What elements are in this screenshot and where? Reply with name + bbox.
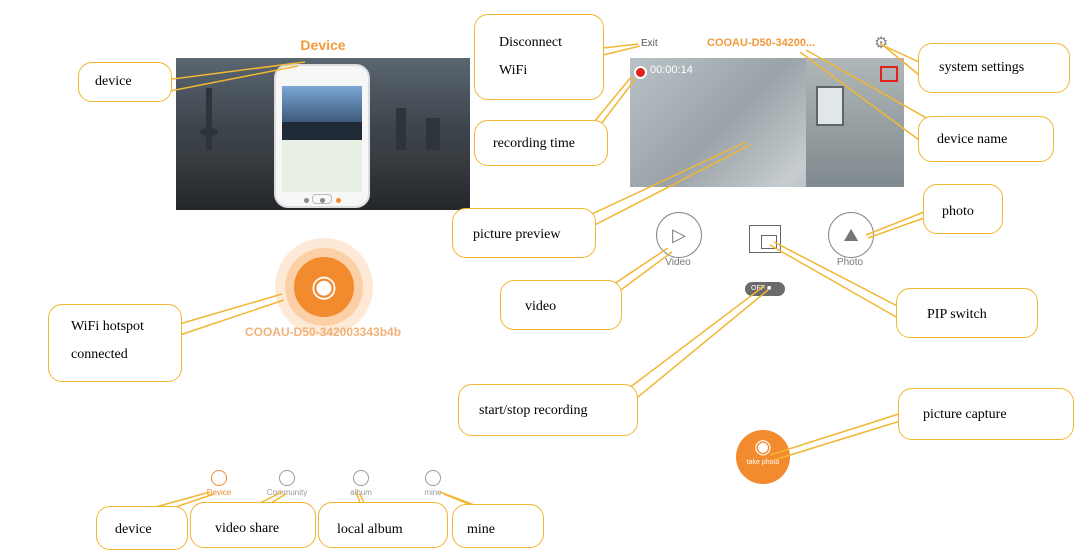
callout-text: device bbox=[95, 74, 132, 89]
callout-text: video share bbox=[215, 521, 280, 536]
callout-device-name: device name bbox=[918, 116, 1054, 162]
callout-text: device name bbox=[937, 132, 1008, 147]
callout-text: local album bbox=[337, 522, 403, 537]
callout-video-share: video share bbox=[190, 502, 316, 548]
callout-text: start/stop recording bbox=[479, 403, 588, 418]
callout-local-album: local album bbox=[318, 502, 448, 548]
callout-video: video bbox=[500, 280, 622, 330]
callout-start-stop-recording: start/stop recording bbox=[458, 384, 638, 436]
callout-text: picture capture bbox=[923, 407, 1007, 422]
callout-text: picture preview bbox=[473, 227, 561, 242]
callout-text: Disconnect WiFi bbox=[499, 35, 562, 78]
callout-text: system settings bbox=[939, 60, 1025, 75]
callout-text: recording time bbox=[493, 136, 576, 151]
callout-text: PIP switch bbox=[927, 307, 987, 322]
callout-disconnect-wifi: Disconnect WiFi bbox=[474, 14, 604, 100]
callout-wifi-hotspot: WiFi hotspot connected bbox=[48, 304, 182, 382]
callout-device-top: device bbox=[78, 62, 172, 102]
callout-mine: mine bbox=[452, 504, 544, 548]
callout-device-bottom: device bbox=[96, 506, 188, 550]
callout-system-settings: system settings bbox=[918, 43, 1070, 93]
callout-text: photo bbox=[942, 204, 974, 219]
callout-text: WiFi hotspot connected bbox=[71, 319, 144, 362]
callout-photo: photo bbox=[923, 184, 1003, 234]
callout-recording-time: recording time bbox=[474, 120, 608, 166]
callout-text: device bbox=[115, 522, 152, 537]
callout-text: video bbox=[525, 299, 557, 314]
callout-text: mine bbox=[467, 522, 495, 537]
callout-picture-capture: picture capture bbox=[898, 388, 1074, 440]
callout-picture-preview: picture preview bbox=[452, 208, 596, 258]
callout-pip-switch: PIP switch bbox=[896, 288, 1038, 338]
